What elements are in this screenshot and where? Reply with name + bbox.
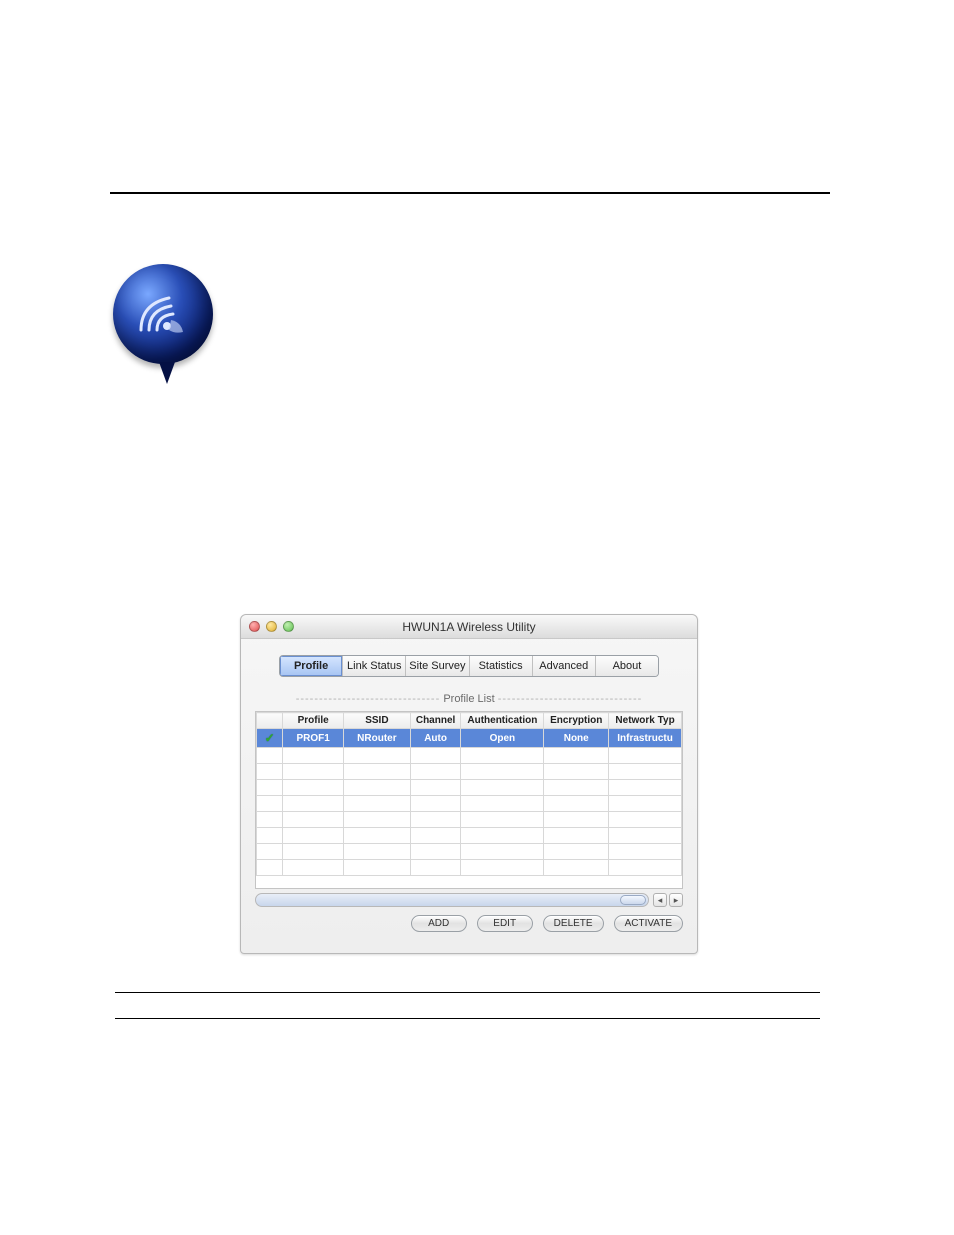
tab-link-status[interactable]: Link Status [343,656,406,676]
cell-authentication: Open [461,729,544,748]
table-row[interactable] [257,860,682,876]
divider-bottom-1 [115,992,820,993]
cell-channel: Auto [410,729,461,748]
tab-site-survey[interactable]: Site Survey [406,656,469,676]
tab-statistics[interactable]: Statistics [470,656,533,676]
table-header-row: Profile SSID Channel Authentication Encr… [257,713,682,729]
divider-bottom-2 [115,1018,820,1019]
panel-title-text: Profile List [443,693,494,705]
table-row[interactable] [257,748,682,764]
window-titlebar[interactable]: HWUN1A Wireless Utility [241,615,697,639]
tab-about[interactable]: About [596,656,658,676]
cell-encryption: None [544,729,609,748]
cell-network-type: Infrastructu [609,729,682,748]
scrollbar-thumb[interactable] [620,895,646,905]
col-ssid[interactable]: SSID [344,713,411,729]
close-icon[interactable] [249,621,260,632]
tab-profile[interactable]: Profile [280,656,343,676]
panel-heading: ------------------------------- Profile … [255,693,683,705]
scroll-right-icon[interactable]: ▸ [669,893,683,907]
delete-button[interactable]: DELETE [543,915,604,932]
edit-button[interactable]: EDIT [477,915,533,932]
minimize-icon[interactable] [266,621,277,632]
col-status[interactable] [257,713,283,729]
table-row[interactable] [257,764,682,780]
divider-top [110,192,830,194]
col-encryption[interactable]: Encryption [544,713,609,729]
cell-ssid: NRouter [344,729,411,748]
horizontal-scrollbar[interactable] [255,893,649,907]
app-icon [113,264,215,386]
wireless-utility-window: HWUN1A Wireless Utility Profile Link Sta… [240,614,698,954]
add-button[interactable]: ADD [411,915,467,932]
table-row[interactable]: PROF1 NRouter Auto Open None Infrastruct… [257,729,682,748]
col-authentication[interactable]: Authentication [461,713,544,729]
col-profile[interactable]: Profile [283,713,344,729]
tab-advanced[interactable]: Advanced [533,656,596,676]
zoom-icon[interactable] [283,621,294,632]
tab-bar: Profile Link Status Site Survey Statisti… [279,655,659,677]
active-indicator [257,729,283,748]
scroll-left-icon[interactable]: ◂ [653,893,667,907]
col-network-type[interactable]: Network Typ [609,713,682,729]
table-row[interactable] [257,796,682,812]
table-row[interactable] [257,812,682,828]
check-icon [263,731,277,743]
window-title: HWUN1A Wireless Utility [241,620,697,634]
activate-button[interactable]: ACTIVATE [614,915,683,932]
wireless-signal-icon [131,286,195,342]
profile-table[interactable]: Profile SSID Channel Authentication Encr… [255,711,683,889]
table-row[interactable] [257,828,682,844]
table-row[interactable] [257,780,682,796]
col-channel[interactable]: Channel [410,713,461,729]
cell-profile: PROF1 [283,729,344,748]
table-row[interactable] [257,844,682,860]
